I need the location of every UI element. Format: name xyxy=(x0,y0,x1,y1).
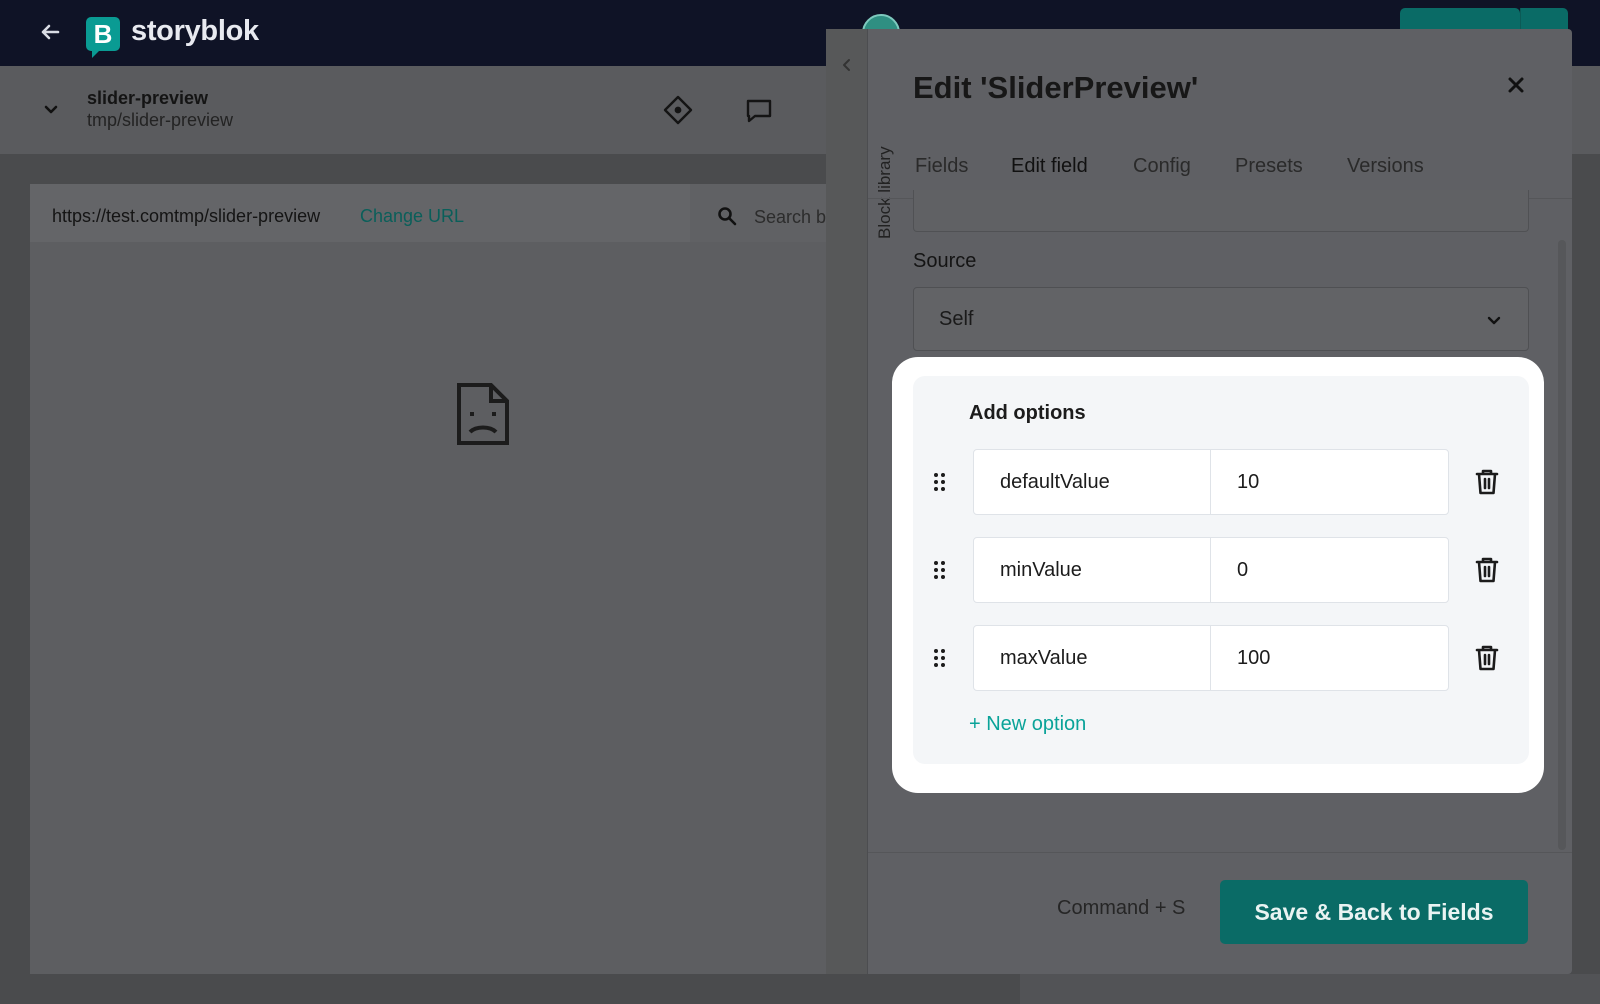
tab-versions[interactable]: Versions xyxy=(1347,155,1424,178)
block-library-sidebar[interactable] xyxy=(826,29,868,974)
save-shortcut-hint: Command + S xyxy=(1057,897,1186,919)
broken-document-icon xyxy=(457,383,509,445)
comment-icon[interactable] xyxy=(744,96,774,126)
preview-url: https://test.comtmp/slider-preview xyxy=(52,206,321,226)
option-row: maxValue 100 xyxy=(930,625,1510,691)
search-icon xyxy=(718,207,737,226)
block-library-label[interactable]: Block library xyxy=(875,89,895,239)
option-key-input[interactable]: defaultValue xyxy=(973,449,1211,515)
trash-icon[interactable] xyxy=(1474,644,1500,672)
tab-edit-field[interactable]: Edit field xyxy=(1011,155,1088,178)
footer-divider xyxy=(868,852,1572,853)
option-value-input[interactable]: 100 xyxy=(1210,625,1449,691)
option-value-input[interactable]: 0 xyxy=(1210,537,1449,603)
drag-handle-icon[interactable] xyxy=(930,647,950,669)
source-label: Source xyxy=(913,250,977,272)
trash-icon[interactable] xyxy=(1474,556,1500,584)
drag-handle-icon[interactable] xyxy=(930,471,950,493)
add-options-title: Add options xyxy=(969,402,1086,424)
story-slug: tmp/slider-preview xyxy=(87,110,234,130)
drag-handle-icon[interactable] xyxy=(930,559,950,581)
tab-fields[interactable]: Fields xyxy=(915,155,968,178)
chevron-left-icon[interactable] xyxy=(840,58,854,72)
modal-title: Edit 'SliderPreview' xyxy=(913,70,1199,105)
app-logo-text: storyblok xyxy=(131,15,259,47)
tab-presets[interactable]: Presets xyxy=(1235,155,1303,178)
back-arrow-icon[interactable] xyxy=(38,20,62,44)
storyblok-logo-icon: B xyxy=(86,17,120,58)
chevron-down-icon[interactable] xyxy=(42,100,60,118)
option-key-input[interactable]: minValue xyxy=(973,537,1211,603)
diamond-icon[interactable] xyxy=(662,94,694,126)
change-url-link[interactable]: Change URL xyxy=(360,206,464,227)
chevron-down-icon xyxy=(1487,316,1501,325)
tab-config[interactable]: Config xyxy=(1133,155,1191,178)
description-textarea[interactable] xyxy=(913,190,1529,232)
source-select[interactable] xyxy=(913,287,1529,351)
modal-scrollbar[interactable] xyxy=(1558,240,1566,850)
close-icon[interactable] xyxy=(1506,75,1526,95)
background-panel xyxy=(1020,974,1600,1004)
option-key-input[interactable]: maxValue xyxy=(973,625,1211,691)
option-row: minValue 0 xyxy=(930,537,1510,603)
save-back-button[interactable]: Save & Back to Fields xyxy=(1220,880,1528,944)
source-value: Self xyxy=(939,308,974,330)
story-name: slider-preview xyxy=(87,88,209,108)
new-option-button[interactable]: + New option xyxy=(969,713,1086,736)
option-value-input[interactable]: 10 xyxy=(1210,449,1449,515)
option-row: defaultValue 10 xyxy=(930,449,1510,515)
trash-icon[interactable] xyxy=(1474,468,1500,496)
search-input[interactable]: Search b xyxy=(754,207,826,228)
